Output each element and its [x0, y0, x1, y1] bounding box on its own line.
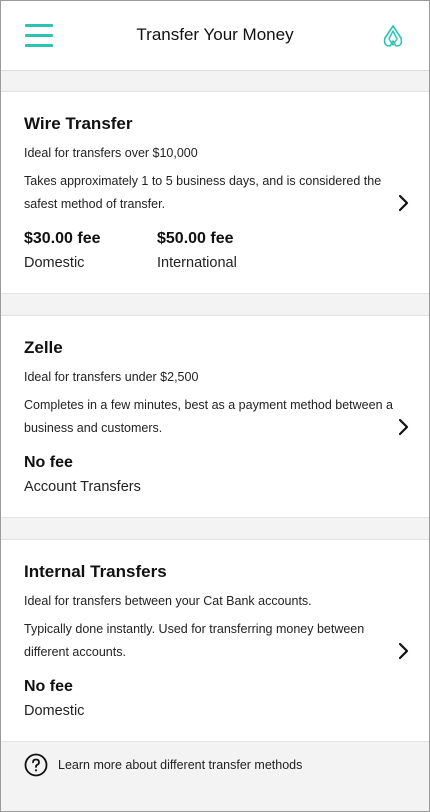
fee-amount: $50.00 fee	[157, 230, 234, 247]
method-title: Zelle	[24, 338, 63, 357]
internal-transfers-card[interactable]: Internal Transfers Ideal for transfers b…	[1, 539, 429, 742]
method-subtitle: Ideal for transfers over $10,000	[24, 146, 198, 160]
fee-label: Domestic	[24, 703, 85, 719]
fee-amount: $30.00 fee	[24, 230, 101, 247]
method-description: Typically done instantly. Used for trans…	[24, 622, 365, 659]
fee-amount: No fee	[24, 454, 73, 471]
page-title: Transfer Your Money	[136, 25, 294, 44]
learn-more-link[interactable]: Learn more about different transfer meth…	[1, 743, 429, 811]
method-description: Takes approximately 1 to 5 business days…	[24, 174, 382, 211]
chevron-right-icon[interactable]	[397, 194, 409, 212]
fee-label: International	[157, 255, 237, 271]
method-description: Completes in a few minutes, best as a pa…	[24, 398, 393, 435]
wire-transfer-card[interactable]: Wire Transfer Ideal for transfers over $…	[1, 91, 429, 294]
help-circle-icon	[24, 753, 48, 777]
fee-label: Domestic	[24, 255, 85, 271]
chevron-right-icon[interactable]	[397, 418, 409, 436]
learn-more-text: Learn more about different transfer meth…	[58, 758, 303, 772]
cat-bank-logo-icon[interactable]	[381, 25, 405, 47]
method-subtitle: Ideal for transfers between your Cat Ban…	[24, 594, 312, 608]
app-header: Transfer Your Money	[1, 1, 429, 71]
fee-label: Account Transfers	[24, 479, 141, 495]
method-title: Internal Transfers	[24, 562, 167, 581]
method-title: Wire Transfer	[24, 114, 133, 133]
chevron-right-icon[interactable]	[397, 642, 409, 660]
zelle-card[interactable]: Zelle Ideal for transfers under $2,500 C…	[1, 315, 429, 518]
fee-amount: No fee	[24, 678, 73, 695]
method-subtitle: Ideal for transfers under $2,500	[24, 370, 199, 384]
